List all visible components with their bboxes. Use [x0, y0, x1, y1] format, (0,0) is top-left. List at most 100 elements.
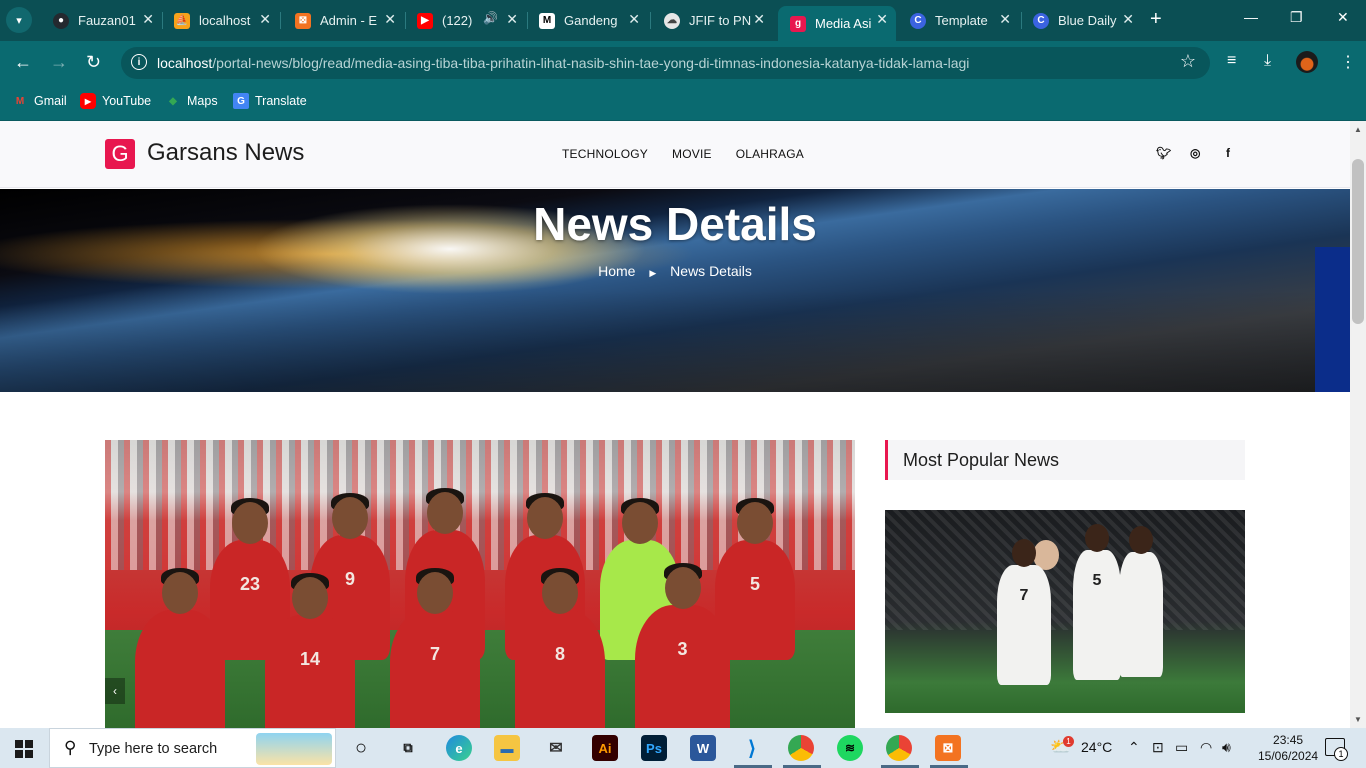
spotify-icon[interactable]: ≋ [837, 735, 863, 761]
player: 7 [390, 568, 480, 728]
back-arrow-icon[interactable]: ← [14, 52, 32, 73]
restore-icon[interactable]: ❐ [1290, 9, 1303, 26]
browser-tab-1[interactable]: ● Fauzan01 ✕ [41, 6, 162, 35]
windows-start-icon[interactable] [15, 740, 33, 758]
facebook-icon[interactable]: f [1226, 146, 1230, 160]
tab-title: Gandeng [564, 13, 618, 28]
new-tab-button[interactable]: + [1150, 8, 1162, 31]
bookmark-translate[interactable]: G Translate [233, 93, 307, 109]
forward-arrow-icon[interactable]: → [50, 52, 68, 73]
photoshop-icon[interactable]: Ps [641, 735, 667, 761]
browser-tab-3[interactable]: ⊠ Admin - E ✕ [283, 6, 404, 35]
reading-list-icon[interactable]: ≡ [1227, 52, 1236, 70]
bookmark-star-icon[interactable]: ☆ [1180, 51, 1196, 72]
player-head [162, 572, 198, 614]
featured-news-image[interactable]: 23 9 5 14 7 8 3 ‹ [105, 440, 855, 728]
popular-news-image[interactable]: 7 5 [885, 510, 1245, 713]
site-name[interactable]: Garsans News [147, 139, 304, 167]
search-placeholder: Type here to search [89, 741, 218, 757]
chevron-up-icon[interactable]: ⌃ [1128, 739, 1140, 756]
player-head [664, 567, 701, 609]
vscode-icon[interactable]: ⟩ [739, 735, 765, 761]
profile-avatar[interactable] [1296, 51, 1318, 73]
jersey-number: 5 [749, 574, 760, 594]
scroll-up-arrow-icon[interactable]: ▲ [1354, 125, 1362, 134]
browser-tab-4[interactable]: ▶ (122) 🔊 ✕ [405, 6, 526, 35]
stadium-crowd [885, 510, 1245, 630]
close-icon[interactable]: ✕ [753, 11, 765, 28]
file-explorer-icon[interactable]: ▬ [494, 735, 520, 761]
nav-item-technology[interactable]: TECHNOLOGY [562, 147, 648, 161]
tab-title: Fauzan01 [78, 13, 136, 28]
wifi-icon[interactable]: ◠ [1200, 739, 1212, 756]
player-head [622, 502, 658, 544]
battery-icon[interactable]: ▭ [1175, 739, 1188, 756]
site-info-icon[interactable]: i [131, 54, 147, 70]
browser-tab-2[interactable]: ⛵ localhost ✕ [162, 6, 279, 35]
browser-toolbar: ← → ↻ i localhost/portal-news/blog/read/… [0, 41, 1366, 85]
task-view-icon[interactable]: ⧉ [395, 735, 421, 761]
start-tile [15, 750, 23, 758]
browser-tab-active[interactable]: g Media Asi ✕ [778, 6, 896, 41]
browser-tab-5[interactable]: M Gandeng ✕ [527, 6, 648, 35]
nav-item-movie[interactable]: MOVIE [672, 147, 712, 161]
taskbar-search[interactable]: ⚲ Type here to search [49, 728, 336, 768]
slider-prev-button[interactable]: ‹ [105, 678, 125, 704]
chrome-profile-icon[interactable] [886, 735, 912, 761]
notification-center-icon[interactable]: 1 [1325, 738, 1348, 761]
minimize-icon[interactable]: — [1244, 9, 1258, 25]
breadcrumb-home[interactable]: Home [598, 263, 635, 279]
browser-tab-strip: ▾ ● Fauzan01 ✕ ⛵ localhost ✕ ⊠ Admin - E… [0, 0, 1366, 41]
scroll-thumb[interactable] [1352, 159, 1364, 324]
system-clock[interactable]: 23:45 15/06/2024 [1258, 732, 1318, 764]
close-icon[interactable]: ✕ [1122, 11, 1134, 28]
player [1119, 526, 1163, 677]
url-path: /portal-news/blog/read/media-asing-tiba-… [212, 55, 970, 71]
bookmark-youtube[interactable]: ▶ YouTube [80, 93, 151, 109]
illustrator-icon[interactable]: Ai [592, 735, 618, 761]
bookmark-gmail[interactable]: M Gmail [12, 93, 67, 109]
twitter-icon[interactable]: 🐦︎ [1156, 146, 1171, 160]
tab-title: Template [935, 13, 988, 28]
browser-tab-8[interactable]: C Template ✕ [898, 6, 1019, 35]
close-icon[interactable]: ✕ [999, 11, 1011, 28]
chrome-icon[interactable] [788, 735, 814, 761]
bookmark-label: YouTube [102, 94, 152, 108]
address-bar[interactable]: i localhost/portal-news/blog/read/media-… [121, 47, 1210, 79]
edge-icon[interactable]: e [446, 735, 472, 761]
reload-icon[interactable]: ↻ [86, 52, 101, 73]
close-icon[interactable]: ✕ [628, 11, 640, 28]
meet-now-icon[interactable]: ⊡ [1152, 739, 1164, 756]
download-icon[interactable]: ⤓ [1264, 52, 1271, 70]
cortana-icon[interactable]: ○ [348, 735, 374, 761]
xampp-icon[interactable]: ⊠ [935, 735, 961, 761]
volume-icon[interactable]: 🔊︎ [1222, 739, 1231, 756]
tab-title: localhost [199, 13, 251, 28]
jersey-number: 23 [239, 574, 261, 594]
site-logo-icon[interactable]: G [105, 139, 135, 169]
player: 3 [635, 563, 730, 728]
close-window-icon[interactable]: ✕ [1337, 9, 1349, 26]
close-icon[interactable]: ✕ [384, 11, 396, 28]
bookmark-maps[interactable]: ◆ Maps [165, 93, 217, 109]
instagram-icon[interactable]: ◎ [1190, 146, 1200, 160]
kebab-menu-icon[interactable]: ⋮ [1340, 52, 1356, 72]
scroll-down-arrow-icon[interactable]: ▼ [1354, 715, 1362, 724]
browser-tab-6[interactable]: ☁ JFIF to PN ✕ [652, 6, 773, 35]
youtube-icon: ▶ [417, 12, 433, 29]
tab-search-button[interactable]: ▾ [6, 7, 32, 33]
nav-item-olahraga[interactable]: OLAHRAGA [736, 147, 804, 161]
weather-temp[interactable]: 24°C [1081, 739, 1112, 755]
close-icon[interactable]: ✕ [506, 11, 518, 28]
mail-icon[interactable]: ✉ [543, 735, 569, 761]
close-icon[interactable]: ✕ [876, 11, 888, 28]
close-icon[interactable]: ✕ [259, 11, 271, 28]
word-icon[interactable]: W [690, 735, 716, 761]
speaker-icon[interactable]: 🔊 [483, 11, 498, 25]
browser-tab-9[interactable]: C Blue Daily ✕ [1021, 6, 1142, 35]
player [135, 568, 225, 728]
canva-icon: C [910, 12, 926, 29]
close-icon[interactable]: ✕ [142, 11, 154, 28]
url-text[interactable]: localhost/portal-news/blog/read/media-as… [157, 55, 969, 71]
page-scrollbar[interactable]: ▲ ▼ [1350, 121, 1366, 728]
